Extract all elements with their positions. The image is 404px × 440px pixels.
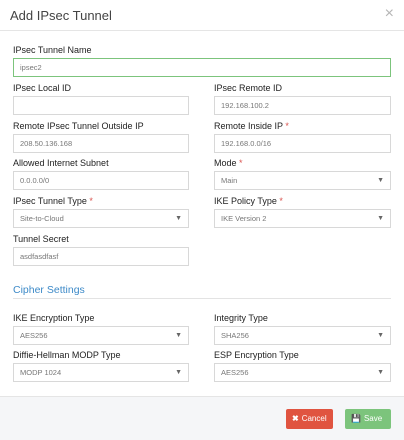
modal-footer — [0, 396, 404, 440]
remote-outside-ip-input[interactable]: 208.50.136.168 — [13, 134, 189, 153]
chevron-down-icon: ▼ — [377, 369, 384, 376]
mode-select[interactable]: Main ▼ — [214, 171, 391, 190]
remote-inside-ip-input[interactable]: 192.168.0.0/16 — [214, 134, 391, 153]
tunnel-secret-input[interactable]: asdfasdfasf — [13, 247, 189, 266]
required-marker: * — [279, 196, 283, 206]
remote-id-value: 192.168.100.2 — [221, 101, 269, 110]
tunnel-name-label: IPsec Tunnel Name — [13, 45, 92, 55]
tunnel-type-select[interactable]: Site-to-Cloud ▼ — [13, 209, 189, 228]
close-icon: ✖ — [292, 414, 299, 423]
mode-label-text: Mode — [214, 158, 237, 168]
save-icon: 💾 — [351, 414, 361, 423]
ike-policy-value: IKE Version 2 — [221, 214, 267, 223]
local-id-label: IPsec Local ID — [13, 83, 71, 93]
ike-encryption-value: AES256 — [20, 331, 48, 340]
required-marker: * — [89, 196, 93, 206]
integrity-select[interactable]: SHA256 ▼ — [214, 326, 391, 345]
remote-inside-ip-value: 192.168.0.0/16 — [221, 139, 272, 148]
remote-outside-ip-value: 208.50.136.168 — [20, 139, 73, 148]
remote-id-label-text: IPsec Remote ID — [214, 83, 283, 93]
close-icon[interactable]: × — [385, 6, 394, 22]
esp-encryption-label: ESP Encryption Type — [214, 350, 299, 360]
remote-id-input[interactable]: 192.168.100.2 — [214, 96, 391, 115]
tunnel-secret-value: asdfasdfasf — [20, 252, 59, 261]
dh-modp-select[interactable]: MODP 1024 ▼ — [13, 363, 189, 382]
allowed-subnet-input[interactable]: 0.0.0.0/0 — [13, 171, 189, 190]
tunnel-type-value: Site-to-Cloud — [20, 214, 64, 223]
ike-encryption-select[interactable]: AES256 ▼ — [13, 326, 189, 345]
required-marker: * — [285, 121, 289, 131]
integrity-label: Integrity Type — [214, 313, 268, 323]
add-ipsec-tunnel-modal: Add IPsec Tunnel × IPsec Tunnel Name ips… — [0, 0, 404, 440]
ike-encryption-label-text: IKE Encryption Type — [13, 313, 95, 323]
remote-inside-ip-label-text: Remote Inside IP — [214, 121, 283, 131]
chevron-down-icon: ▼ — [377, 215, 384, 222]
tunnel-secret-label: Tunnel Secret — [13, 234, 69, 244]
esp-encryption-value: AES256 — [221, 368, 249, 377]
integrity-value: SHA256 — [221, 331, 249, 340]
mode-value: Main — [221, 176, 238, 185]
local-id-label-text: IPsec Local ID — [13, 83, 72, 93]
ike-encryption-label: IKE Encryption Type — [13, 313, 94, 323]
dh-modp-label: Diffie-Hellman MODP Type — [13, 350, 121, 360]
chevron-down-icon: ▼ — [377, 332, 384, 339]
modal-header: Add IPsec Tunnel × — [0, 0, 404, 31]
tunnel-type-label: IPsec Tunnel Type * — [13, 196, 93, 206]
allowed-subnet-value: 0.0.0.0/0 — [20, 176, 50, 185]
remote-outside-ip-label: Remote IPsec Tunnel Outside IP — [13, 121, 144, 131]
remote-id-label: IPsec Remote ID — [214, 83, 282, 93]
modal-title: Add IPsec Tunnel — [10, 8, 112, 23]
ike-policy-label: IKE Policy Type * — [214, 196, 283, 206]
remote-inside-ip-label: Remote Inside IP * — [214, 121, 289, 131]
ike-policy-select[interactable]: IKE Version 2 ▼ — [214, 209, 391, 228]
ike-policy-label-text: IKE Policy Type — [214, 196, 277, 206]
tunnel-name-input[interactable]: ipsec2 — [13, 58, 391, 77]
save-label: Save — [363, 414, 383, 423]
required-marker: * — [239, 158, 243, 168]
integrity-label-text: Integrity Type — [214, 313, 268, 323]
section-divider — [13, 298, 391, 299]
tunnel-name-label-text: IPsec Tunnel Name — [13, 45, 92, 55]
dh-modp-value: MODP 1024 — [20, 368, 62, 377]
cipher-settings-heading: Cipher Settings — [13, 284, 85, 296]
cancel-label: Cancel — [301, 414, 327, 423]
esp-encryption-label-text: ESP Encryption Type — [214, 350, 299, 360]
chevron-down-icon: ▼ — [377, 177, 384, 184]
tunnel-name-value: ipsec2 — [20, 63, 42, 72]
local-id-input[interactable] — [13, 96, 189, 115]
chevron-down-icon: ▼ — [175, 215, 182, 222]
cancel-button[interactable]: ✖ Cancel — [286, 409, 333, 429]
chevron-down-icon: ▼ — [175, 332, 182, 339]
allowed-subnet-label: Allowed Internet Subnet — [13, 158, 109, 168]
remote-outside-ip-label-text: Remote IPsec Tunnel Outside IP — [13, 121, 144, 131]
mode-label: Mode * — [214, 158, 243, 168]
tunnel-type-label-text: IPsec Tunnel Type — [13, 196, 87, 206]
allowed-subnet-label-text: Allowed Internet Subnet — [13, 158, 109, 168]
esp-encryption-select[interactable]: AES256 ▼ — [214, 363, 391, 382]
chevron-down-icon: ▼ — [175, 369, 182, 376]
save-button[interactable]: 💾 Save — [345, 409, 391, 429]
dh-modp-label-text: Diffie-Hellman MODP Type — [13, 350, 121, 360]
tunnel-secret-label-text: Tunnel Secret — [13, 234, 69, 244]
